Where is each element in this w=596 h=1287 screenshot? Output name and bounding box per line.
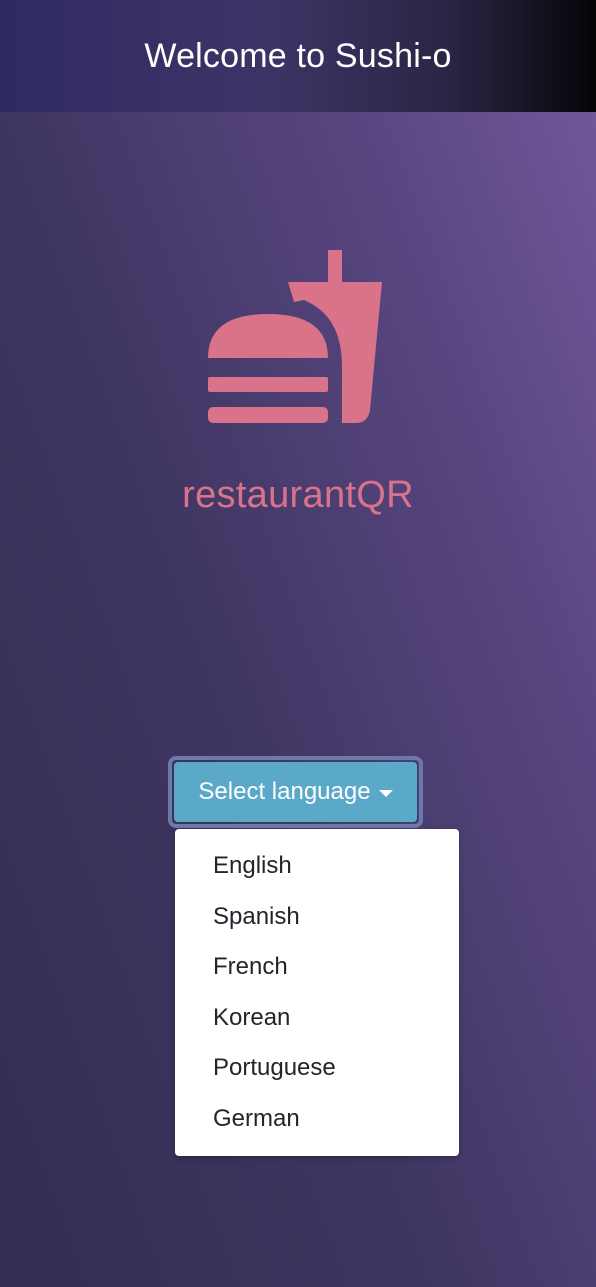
top-header: Welcome to Sushi-o	[0, 0, 596, 112]
language-option-spanish[interactable]: Spanish	[175, 892, 459, 943]
page-title: Welcome to Sushi-o	[144, 36, 452, 75]
caret-down-icon	[378, 789, 393, 797]
brand-name: restaurantQR	[182, 474, 414, 516]
language-select-button-inner[interactable]: Select language	[174, 762, 417, 822]
language-option-portuguese[interactable]: Portuguese	[175, 1043, 459, 1094]
language-option-german[interactable]: German	[175, 1094, 459, 1145]
language-select-button[interactable]: Select language	[168, 756, 423, 828]
burger-and-drink-icon	[208, 250, 382, 423]
language-select-label: Select language	[198, 778, 371, 805]
language-option-english[interactable]: English	[175, 841, 459, 892]
language-dropdown-menu: English Spanish French Korean Portuguese…	[175, 829, 459, 1156]
language-option-korean[interactable]: Korean	[175, 993, 459, 1044]
language-option-french[interactable]: French	[175, 942, 459, 993]
